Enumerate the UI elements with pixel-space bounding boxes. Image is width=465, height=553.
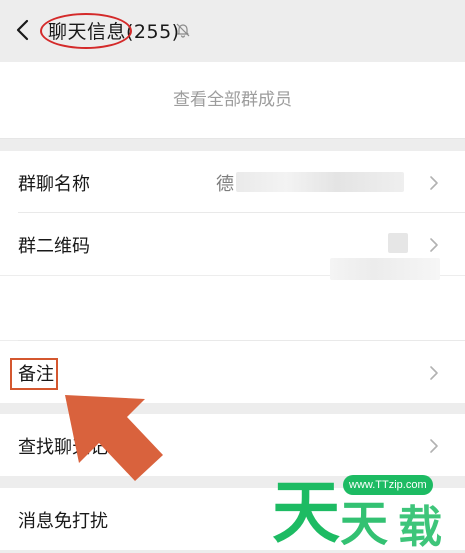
svg-text:天: 天 <box>340 496 388 550</box>
watermark-logo-icon: 天 天 载 <box>272 474 442 550</box>
title-highlight-ellipse <box>40 13 132 49</box>
chevron-right-icon <box>430 439 438 453</box>
view-all-members-button[interactable]: 查看全部群成员 <box>0 62 465 138</box>
bell-off-icon <box>176 23 190 38</box>
qr-thumbnail <box>388 233 408 253</box>
chevron-left-icon[interactable] <box>14 18 34 42</box>
group-name-label: 群聊名称 <box>18 174 90 195</box>
svg-text:载: 载 <box>398 502 442 550</box>
chevron-right-icon <box>430 366 438 380</box>
group-name-value: 德 <box>216 174 234 195</box>
chevron-right-icon <box>430 176 438 190</box>
group-qr-label: 群二维码 <box>18 236 90 257</box>
annotation-arrow-icon <box>65 395 163 481</box>
divider <box>0 138 465 139</box>
view-all-members-label: 查看全部群成员 <box>173 90 292 110</box>
blurred-area <box>330 258 440 280</box>
mute-label: 消息免打扰 <box>18 511 108 532</box>
svg-text:天: 天 <box>272 474 340 550</box>
group-name-row[interactable]: 群聊名称 德 <box>0 151 465 213</box>
chevron-right-icon <box>430 238 438 252</box>
blank-row <box>0 258 465 340</box>
blurred-group-name <box>236 172 404 192</box>
remark-highlight-box <box>10 358 58 390</box>
